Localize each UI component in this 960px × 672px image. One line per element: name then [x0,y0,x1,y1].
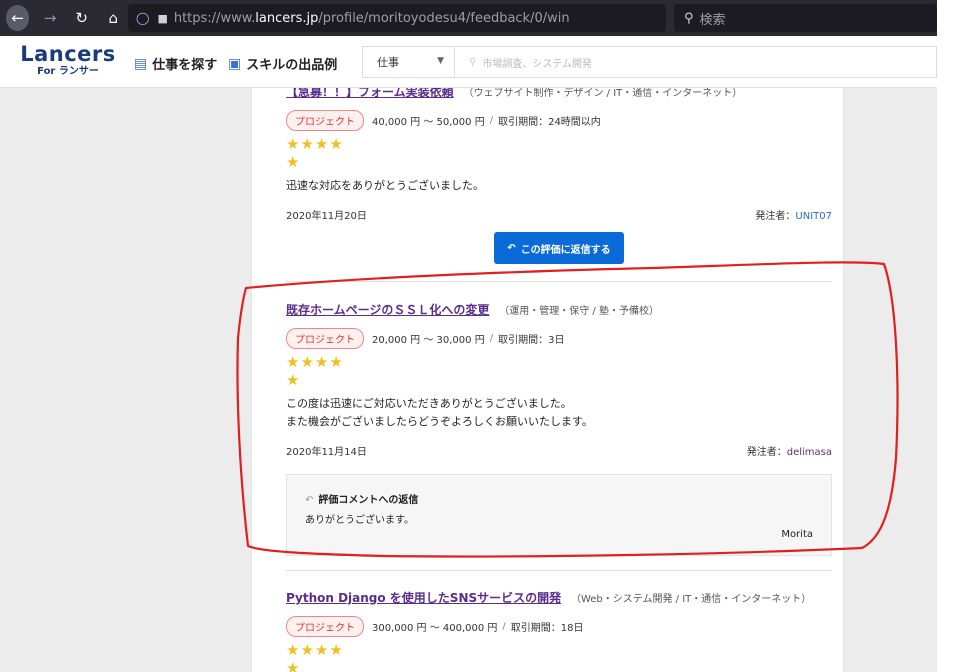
review-category: （運用・管理・保守 / 塾・予備校） [499,306,659,317]
review-period: 取引期間：24時間以内 [498,117,601,128]
review-date: 2020年11月20日 [286,211,367,222]
back-icon[interactable]: ← [6,5,30,31]
lancers-logo[interactable]: Lancers For ランサー [20,42,116,82]
orderer-link[interactable]: UNIT07 [795,211,832,222]
reply-heading: 評価コメントへの返信 [318,495,419,506]
orderer-label: 発注者： [755,211,796,222]
star-rating-row2: ★ [286,153,301,171]
url-bar[interactable]: ◯ ■ https://www. lancers.jp/profile/morit… [128,4,780,32]
review-title-link[interactable]: Python Django を使用したSNSサービスの開発 [286,591,561,605]
orderer-link[interactable]: delimasa [787,447,832,458]
browser-nav: ← → ↻ ⌂ [0,5,124,31]
star-rating-row2: ★ [286,659,301,672]
review-category: （Web・システム開発 / IT・通信・インターネット） [570,594,812,605]
orderer-label: 発注者： [746,447,787,458]
review-comment: 迅速な対応をありがとうございました。 [286,179,484,192]
browser-search-placeholder: 検索 [699,12,726,28]
review-title-link[interactable]: 【急募！！】フォーム実装依頼 [286,88,454,99]
reply-arrow-icon: ↶ [507,242,516,254]
review-comment-line: この度は迅速にご対応いただきありがとうございました。 [286,397,572,410]
reply-arrow-icon: ↶ [305,495,314,506]
review-category: （ウェブサイト制作・デザイン / IT・通信・インターネット） [463,88,743,99]
site-search-input[interactable]: ⚲ 市場調査、システム開発 [454,46,937,78]
home-icon[interactable]: ⌂ [102,6,124,30]
review-date: 2020年11月14日 [286,447,367,458]
star-rating: ★★★★ [286,135,344,153]
browser-search[interactable]: ⚲ 検索 [674,4,937,32]
review-title-link[interactable]: 既存ホームページのＳＳＬ化への変更 [286,303,489,317]
review-price: 40,000 円 〜 50,000 円 [372,117,485,128]
site-search-placeholder: 市場調査、システム開発 [482,58,593,70]
divider [286,570,832,571]
star-rating-row2: ★ [286,371,301,389]
separator: / [489,333,494,344]
review-price: 20,000 円 〜 30,000 円 [372,335,485,346]
search-category-select[interactable]: 仕事 ▼ [362,46,454,78]
search-icon: ⚲ [469,56,477,68]
review-price: 300,000 円 〜 400,000 円 [372,623,498,634]
select-value: 仕事 [377,56,399,69]
logo-main: Lancers [20,42,116,66]
separator: / [502,621,506,632]
nav-find-work[interactable]: ▤ 仕事を探す [134,54,218,74]
reply-body: ありがとうございます。 [305,515,414,526]
review-reply-box: ↶ 評価コメントへの返信 ありがとうございます。 Morita [286,474,832,556]
nav-find-work-label: 仕事を探す [152,58,218,73]
page-scrollbar[interactable] [937,0,960,672]
review-item: Python Django を使用したSNSサービスの開発 （Web・システム開… [286,590,832,672]
forward-icon[interactable]: → [39,6,61,30]
shield-icon[interactable]: ◯ [136,11,149,25]
project-badge: プロジェクト [286,328,364,349]
lock-icon[interactable]: ■ [157,12,167,25]
separator: / [489,115,494,126]
review-period: 取引期間：18日 [510,623,584,634]
url-path: /profile/moritoyodesu4/feedback/0/win [318,10,570,26]
chevron-down-icon: ▼ [437,56,444,66]
review-comment-line: また機会がございましたらどうぞよろしくお願いいたします。 [286,415,593,428]
reply-to-review-button[interactable]: ↶ この評価に返信する [494,232,624,264]
nav-skill-examples[interactable]: ▣ スキルの出品例 [228,54,338,74]
review-period: 取引期間：3日 [498,335,565,346]
document-icon: ▤ [134,55,148,72]
logo-sub: For ランサー [37,66,99,77]
reply-button-label: この評価に返信する [520,244,611,256]
reload-icon[interactable]: ↻ [71,6,93,30]
shop-icon: ▣ [228,55,242,72]
feedback-list: 【急募！！】フォーム実装依頼 （ウェブサイト制作・デザイン / IT・通信・イン… [251,88,844,672]
nav-skill-examples-label: スキルの出品例 [246,58,338,73]
search-icon: ⚲ [684,10,694,26]
star-rating: ★★★★ [286,641,344,659]
project-badge: プロジェクト [286,110,364,131]
review-item: 【急募！！】フォーム実装依頼 （ウェブサイト制作・デザイン / IT・通信・イン… [286,88,832,222]
divider [286,281,832,282]
review-comment: この度は迅速にご対応いただきありがとうございました。 また機会がございましたらど… [286,395,832,431]
url-host: lancers.jp [255,10,319,26]
project-badge: プロジェクト [286,616,364,637]
review-item: 既存ホームページのＳＳＬ化への変更 （運用・管理・保守 / 塾・予備校） プロジ… [286,302,832,556]
browser-toolbar: ← → ↻ ⌂ ◯ ■ https://www. lancers.jp/profi… [0,0,937,36]
url-prefix: https://www. [173,10,256,26]
star-rating: ★★★★ [286,353,344,371]
reply-author: Morita [781,529,813,540]
